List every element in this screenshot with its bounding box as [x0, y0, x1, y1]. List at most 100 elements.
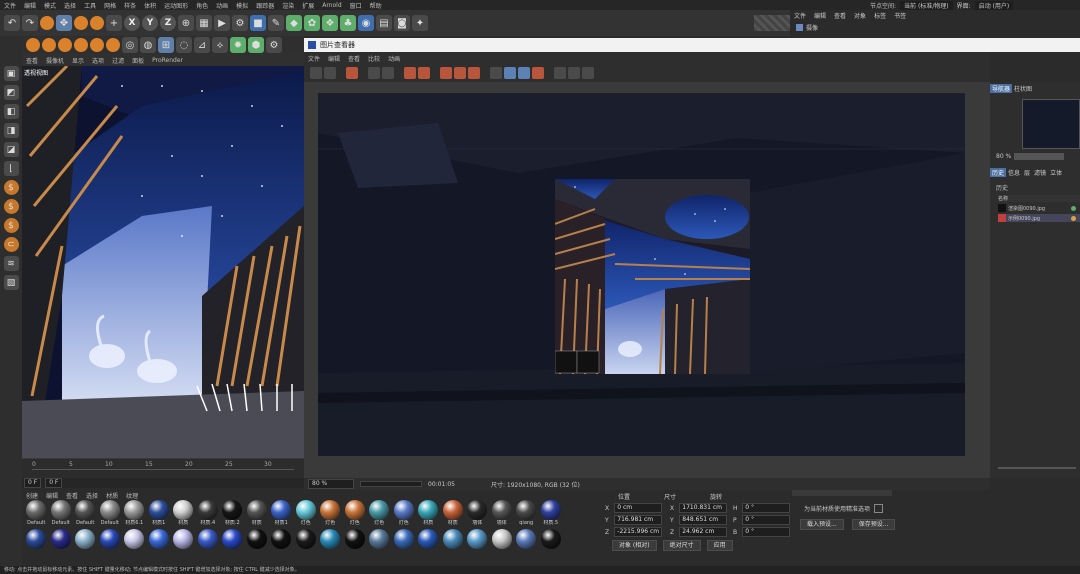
material-item[interactable] [441, 529, 466, 556]
object-menu-item[interactable]: 编辑 [810, 11, 830, 20]
rotation-field[interactable]: 0 ° [742, 527, 790, 537]
history-item[interactable]: 渲染图0090.jpg [1008, 205, 1045, 212]
frame-current-field[interactable]: 0 F [45, 478, 63, 488]
material-item[interactable] [416, 529, 441, 556]
viewport-menu-item[interactable]: 选项 [88, 56, 108, 65]
precise-option-checkbox[interactable] [874, 504, 884, 513]
tab-info[interactable]: 信息 [1006, 168, 1022, 177]
floor-icon[interactable]: ▤ [376, 15, 392, 31]
save-icon[interactable] [324, 67, 336, 79]
viewport-menu-item[interactable]: 过滤 [108, 56, 128, 65]
material-menu-item[interactable]: 纹理 [122, 491, 142, 500]
rotation-field[interactable]: 0 ° [742, 503, 790, 513]
material-item[interactable] [220, 529, 245, 556]
render-settings-icon[interactable]: ⚙ [232, 15, 248, 31]
material-item[interactable]: 材质.4 [196, 500, 221, 527]
mode-uv-icon[interactable] [74, 38, 88, 52]
material-item[interactable]: 墙体 [490, 500, 515, 527]
a-b-compare-icon[interactable] [532, 67, 544, 79]
navigator-thumbnail[interactable] [1022, 99, 1080, 149]
position-field[interactable]: -2215.996 cm [614, 527, 662, 537]
material-item[interactable] [196, 529, 221, 556]
material-item[interactable]: 材质1 [269, 500, 294, 527]
material-item[interactable] [539, 529, 564, 556]
material-item[interactable] [367, 529, 392, 556]
tab-layer[interactable]: 层 [1022, 168, 1032, 177]
menu-item[interactable]: Arnold [318, 2, 345, 9]
rotate-tool-icon[interactable] [90, 16, 104, 30]
channel-green-icon[interactable] [418, 67, 430, 79]
rotation-field[interactable]: 0 ° [742, 515, 790, 525]
material-item[interactable]: 灯色 [318, 500, 343, 527]
undo-icon[interactable]: ↶ [4, 15, 20, 31]
filter-icon[interactable] [582, 67, 594, 79]
material-item[interactable]: 材质1 [147, 500, 172, 527]
render-region-icon[interactable]: ▦ [196, 15, 212, 31]
material-item[interactable]: 灯色 [294, 500, 319, 527]
menu-item[interactable]: 工具 [80, 1, 100, 10]
material-item[interactable]: 灯色 [343, 500, 368, 527]
menu-item[interactable]: 运动图形 [160, 1, 192, 10]
tab-histogram[interactable]: 柱状图 [1012, 84, 1034, 93]
material-item[interactable]: 灯色 [392, 500, 417, 527]
mode-points-icon[interactable] [26, 38, 40, 52]
material-item[interactable] [122, 529, 147, 556]
material-item[interactable] [465, 529, 490, 556]
material-item[interactable] [147, 529, 172, 556]
material-item[interactable] [294, 529, 319, 556]
make-editable-icon[interactable]: ▣ [3, 66, 19, 81]
channel-alpha-icon[interactable] [454, 67, 466, 79]
fit-icon[interactable] [504, 67, 516, 79]
edge-mode-icon[interactable]: ⌊ [3, 161, 19, 176]
lock-icon[interactable]: ◌ [176, 37, 192, 53]
select-tool-icon[interactable] [40, 16, 54, 30]
material-item[interactable]: Default [98, 500, 123, 527]
snap-icon[interactable]: ◎ [122, 37, 138, 53]
zoom-icon[interactable] [518, 67, 530, 79]
dollar-script-1-icon[interactable]: $ [3, 180, 19, 195]
pen-icon[interactable]: ✎ [268, 15, 284, 31]
material-item[interactable]: Default [73, 500, 98, 527]
pv-menu-item[interactable]: 动画 [384, 54, 404, 63]
material-item[interactable] [73, 529, 98, 556]
viewport-menu-item[interactable]: 查看 [22, 56, 42, 65]
material-item[interactable] [49, 529, 74, 556]
mode-texture-icon[interactable] [106, 38, 120, 52]
material-item[interactable]: 灯色 [367, 500, 392, 527]
timeline-ruler[interactable]: 0 5 10 15 20 25 30 [22, 458, 304, 479]
apply-button[interactable]: 应用 [706, 540, 733, 551]
render-view-icon[interactable]: ▶ [214, 15, 230, 31]
script-icon[interactable]: ⚙ [266, 37, 282, 53]
size-field[interactable]: 24.962 cm [679, 527, 727, 537]
size-field[interactable]: 848.651 cm [679, 515, 727, 525]
grid-icon[interactable]: ⊞ [158, 37, 174, 53]
axis-x-button[interactable]: X [124, 15, 140, 31]
perspective-viewport[interactable]: 透视视图 [22, 66, 304, 458]
cloner-icon[interactable]: ✿ [304, 15, 320, 31]
material-item[interactable]: 材质 [441, 500, 466, 527]
tab-stereo[interactable]: 立体 [1048, 168, 1064, 177]
camera-icon[interactable]: ◙ [394, 15, 410, 31]
material-item[interactable] [98, 529, 123, 556]
material-item[interactable]: 材质 [416, 500, 441, 527]
scale-tool-icon[interactable] [74, 16, 88, 30]
axis-z-button[interactable]: Z [160, 15, 176, 31]
material-item[interactable]: 墙体 [465, 500, 490, 527]
dollar-script-2-icon[interactable]: $ [3, 199, 19, 214]
mode-edges-icon[interactable] [42, 38, 56, 52]
load-preset-button[interactable]: 载入预设... [800, 519, 844, 530]
object-menu-item[interactable]: 查看 [830, 11, 850, 20]
tab-navigator[interactable]: 导航器 [990, 84, 1013, 93]
position-field[interactable]: 716.981 cm [614, 515, 662, 525]
move-tool-icon[interactable]: ✥ [56, 15, 72, 31]
object-menu-item[interactable]: 文件 [790, 11, 810, 20]
menu-item[interactable]: 选择 [60, 1, 80, 10]
menu-item[interactable]: 渲染 [278, 1, 298, 10]
mode-polygons-icon[interactable] [58, 38, 72, 52]
polygon-mode-icon[interactable]: ◪ [3, 142, 19, 157]
stereo-icon[interactable] [568, 67, 580, 79]
position-field[interactable]: 0 cm [614, 503, 662, 513]
object-menu-item[interactable]: 对象 [850, 11, 870, 20]
material-item[interactable]: 材质.5 [539, 500, 564, 527]
compare-icon[interactable] [368, 67, 380, 79]
